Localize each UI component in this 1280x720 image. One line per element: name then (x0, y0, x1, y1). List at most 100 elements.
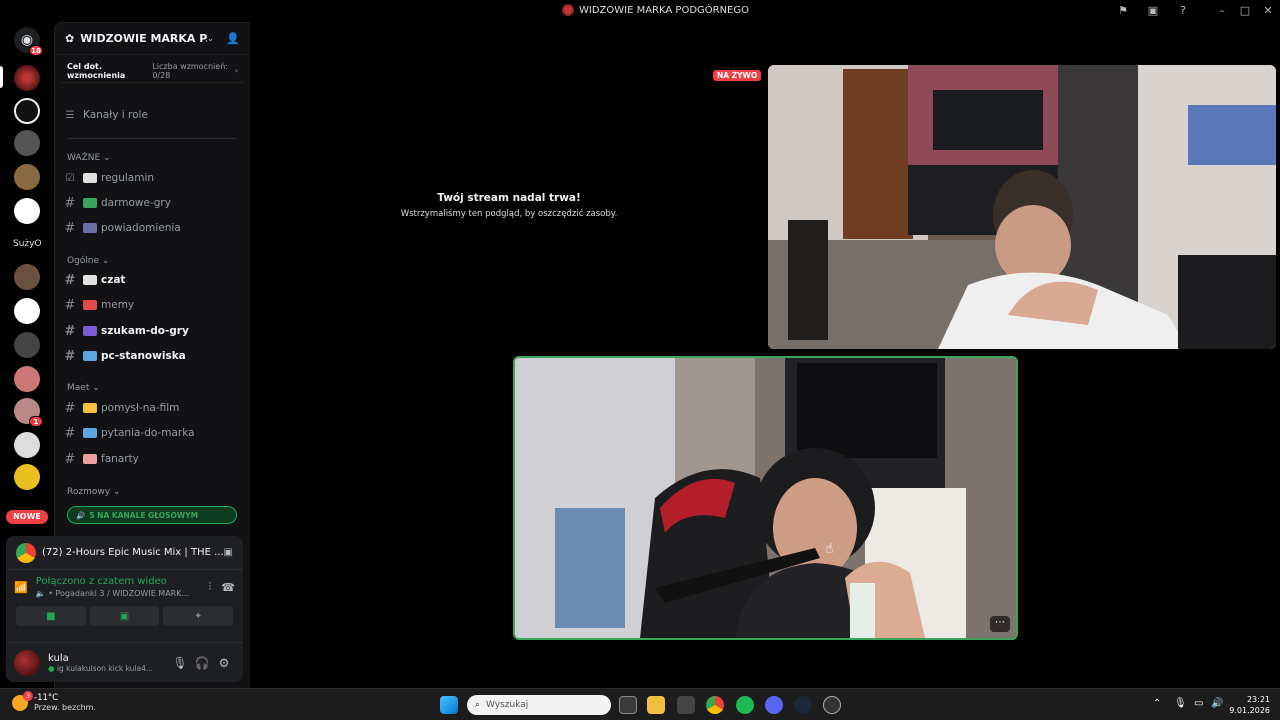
settings-gear-icon[interactable]: ⚙ (213, 656, 235, 670)
app-icon[interactable] (823, 696, 841, 714)
server-item[interactable] (14, 298, 40, 324)
discord-taskbar-icon[interactable] (765, 696, 783, 714)
server-badge: 1 (29, 416, 43, 427)
screen-share-icon[interactable]: ▣ (1146, 4, 1160, 18)
category-rozmowy[interactable]: Rozmowy ⌄ (67, 487, 120, 497)
server-header[interactable]: ✿ WIDZOWIE MARKA P... ⌄ 👤 (55, 23, 250, 55)
camera-button[interactable]: ■ (16, 606, 86, 626)
server-item[interactable] (14, 332, 40, 358)
server-item[interactable]: 1 (14, 398, 43, 427)
channel-powiadomienia[interactable]: # powiadomienia (61, 217, 241, 239)
maximize-icon[interactable]: □ (1238, 4, 1252, 18)
channels-and-roles[interactable]: ☰ Kanały i role (61, 104, 241, 126)
disconnect-icon[interactable]: ☎ (221, 581, 235, 594)
list-icon: ☰ (65, 109, 75, 121)
weather-widget[interactable]: 3 -11°C Przew. bezchm. (12, 690, 96, 712)
task-view-icon[interactable] (619, 696, 637, 714)
tray-volume-icon[interactable]: 🔊 (1211, 698, 1223, 709)
category-ogolne[interactable]: Ogólne ⌄ (67, 256, 109, 266)
channel-szukam-do-gry[interactable]: # szukam-do-gry (61, 320, 241, 342)
username[interactable]: kula (48, 653, 169, 664)
file-explorer-icon[interactable] (647, 696, 665, 714)
channel-label: regulamin (101, 172, 155, 184)
steam-icon[interactable] (794, 696, 812, 714)
noise-suppression-icon[interactable]: ⫶ (209, 580, 212, 594)
headphones-icon[interactable]: 🎧 (191, 656, 213, 670)
activities-button[interactable]: ✦ (163, 606, 234, 626)
connection-channel: Pogadanki 3 / WIDZOWIE MARK... (55, 589, 190, 598)
close-icon[interactable]: ✕ (1261, 4, 1275, 18)
system-clock[interactable]: 23:21 9.01.2026 (1229, 694, 1270, 716)
chevron-down-icon[interactable]: ⌄ (207, 34, 215, 44)
screen-share-button[interactable]: ▣ (89, 606, 160, 626)
server-item[interactable] (14, 366, 40, 392)
screen-share-icon: ▣ (119, 610, 130, 622)
live-badge: NA ŻYWO (713, 70, 762, 81)
category-wazne[interactable]: WAŻNE ⌄ (67, 153, 111, 163)
server-icon: ✿ (65, 32, 75, 45)
camera-video-tile[interactable]: ⋯ (513, 356, 1018, 640)
boost-goal-bar[interactable]: Cel dot. wzmocnienia Liczba wzmocnień: 0… (61, 59, 244, 83)
camera-icon: ■ (46, 610, 56, 622)
channel-label: pomysł-na-film (101, 402, 180, 414)
tray-display-icon[interactable]: ▭ (1194, 698, 1203, 709)
server-g[interactable] (14, 98, 40, 124)
hashtag-icon: # (64, 323, 76, 339)
avatar[interactable] (14, 649, 40, 676)
windows-start-icon[interactable] (440, 696, 458, 714)
voice-connection-panel: 📶 Połączono z czatem wideo 🔈 • Pogadanki… (6, 570, 243, 632)
divider (67, 138, 237, 139)
mouse-cursor-icon: ☝ (825, 541, 834, 557)
clock-date: 9.01.2026 (1229, 706, 1270, 715)
signal-icon[interactable]: 📶 (14, 581, 28, 594)
server-name[interactable]: WIDZOWIE MARKA P... (80, 32, 207, 45)
taskbar-search[interactable]: ⌕ Wyszukaj (467, 695, 611, 715)
hashtag-icon: # (64, 272, 76, 288)
new-unreads-badge[interactable]: NOWE (6, 510, 48, 524)
channel-emoji-icon (83, 198, 97, 208)
minimize-icon[interactable]: – (1215, 4, 1229, 18)
server-item[interactable] (14, 164, 40, 190)
spotify-icon[interactable] (736, 696, 754, 714)
tray-mic-icon[interactable]: 🎙 (1174, 698, 1187, 709)
channel-memy[interactable]: # memy (61, 294, 241, 316)
more-options-button[interactable]: ⋯ (990, 616, 1010, 632)
channel-czat[interactable]: # czat (61, 269, 241, 291)
channel-regulamin[interactable]: ☑ regulamin (61, 167, 241, 189)
server-item[interactable] (14, 432, 40, 458)
stream-icon[interactable]: ▣ (224, 547, 233, 558)
category-maet[interactable]: Maet ⌄ (67, 383, 100, 393)
channel-label: czat (101, 274, 126, 286)
hashtag-icon: # (64, 451, 76, 467)
boost-goal-label: Cel dot. wzmocnienia (67, 61, 126, 80)
home-discord-icon[interactable]: ◉ 18 (14, 27, 43, 56)
activity-panel[interactable]: (72) 2-Hours Epic Music Mix | THE ... ▣ (6, 536, 243, 570)
tray-chevron-icon[interactable]: ⌃ (1153, 698, 1161, 709)
server-item[interactable] (14, 130, 40, 156)
channel-pc-stanowiska[interactable]: # pc-stanowiska (61, 345, 241, 367)
server-item[interactable] (14, 198, 40, 224)
channel-pytania-do-marka[interactable]: # pytania-do-marka (61, 422, 241, 444)
server-widzowie[interactable] (14, 65, 40, 91)
microphone-icon[interactable]: 🎙 (169, 656, 191, 670)
category-label: Rozmowy (67, 487, 111, 497)
server-item[interactable] (14, 264, 40, 290)
chrome-taskbar-icon[interactable] (706, 696, 724, 714)
voice-channel-banner[interactable]: 🔊 5 NA KANALE GŁOSOWYM (67, 506, 237, 524)
channel-pomysl-na-film[interactable]: # pomysł-na-film (61, 397, 241, 419)
rules-icon: ☑ (65, 172, 75, 184)
server-text-label[interactable]: SużyO (13, 239, 42, 249)
weather-description: Przew. bezchm. (34, 703, 96, 712)
add-user-icon[interactable]: 👤 (226, 32, 240, 45)
store-icon[interactable] (677, 696, 695, 714)
server-item[interactable] (14, 464, 40, 490)
channel-emoji-icon (83, 173, 97, 183)
discord-window: WIDZOWIE MARKA PODGÓRNEGO ⚑ ▣ ? – □ ✕ ◉ … (0, 0, 1280, 720)
channel-fanarty[interactable]: # fanarty (61, 448, 241, 470)
inbox-flag-icon[interactable]: ⚑ (1116, 4, 1130, 18)
channel-label: memy (101, 299, 135, 311)
stream-video-tile[interactable] (768, 65, 1276, 349)
custom-status: ig kulakulson kick kula4... (56, 663, 154, 673)
channel-darmowe-gry[interactable]: # darmowe-gry (61, 192, 241, 214)
help-icon[interactable]: ? (1176, 4, 1190, 18)
